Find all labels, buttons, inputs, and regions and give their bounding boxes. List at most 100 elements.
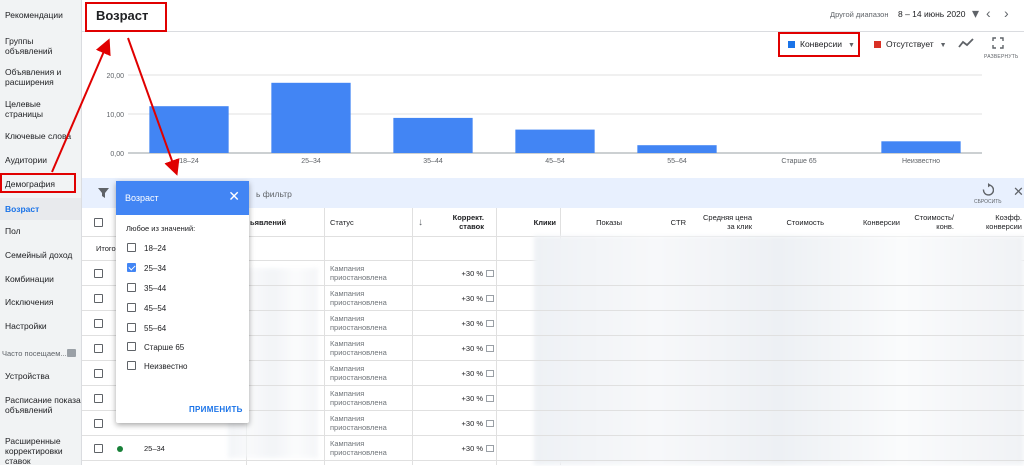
row-bid-adjustment[interactable]: +30 %: [434, 344, 494, 353]
bid-value: +30 %: [461, 444, 483, 453]
edit-icon[interactable]: [486, 320, 494, 327]
checkbox[interactable]: [127, 243, 136, 252]
column-header-bid-adj[interactable]: Коррект. ставок: [438, 208, 484, 236]
checkbox[interactable]: [127, 283, 136, 292]
edit-icon[interactable]: [486, 420, 494, 427]
column-header-impressions[interactable]: Показы: [568, 208, 622, 236]
edit-icon[interactable]: [486, 395, 494, 402]
row-status: Кампания приостановлена: [330, 414, 387, 432]
sidebar-item-keywords[interactable]: Ключевые слова: [5, 131, 81, 141]
select-all-checkbox[interactable]: [94, 218, 103, 227]
column-header-status[interactable]: Статус: [330, 208, 390, 236]
row-checkbox[interactable]: [94, 344, 103, 353]
divider: [496, 208, 497, 465]
checkbox[interactable]: [127, 342, 136, 351]
row-checkbox[interactable]: [94, 319, 103, 328]
row-checkbox[interactable]: [94, 444, 103, 453]
reset-label: СБРОСИТЬ: [974, 199, 1002, 205]
row-checkbox[interactable]: [94, 394, 103, 403]
row-age[interactable]: 25–34: [144, 444, 165, 453]
row-checkbox[interactable]: [94, 369, 103, 378]
column-header-conv-rate[interactable]: Коэфф. конверсии: [962, 208, 1022, 236]
column-header-group[interactable]: ьявлений: [250, 208, 318, 236]
row-checkbox[interactable]: [94, 269, 103, 278]
bid-value: +30 %: [461, 294, 483, 303]
row-bid-adjustment[interactable]: +30 %: [434, 269, 494, 278]
row-checkbox[interactable]: [94, 419, 103, 428]
option-label: Старше 65: [144, 343, 185, 352]
add-filter-link[interactable]: ь фильтр: [256, 189, 292, 199]
chevron-left-icon[interactable]: ‹: [986, 6, 991, 20]
bar-chart: 0,00 10,00 20,00 18–24 25–34 35–44 45–54 55–64 С…: [106, 73, 982, 165]
y-tick-label: 0,00: [110, 151, 124, 158]
close-icon[interactable]: ✕: [1013, 185, 1024, 198]
blurred-metrics: [534, 236, 1024, 465]
age-option-55-64[interactable]: 55–64: [127, 322, 166, 334]
column-header-clicks[interactable]: Клики: [502, 208, 556, 236]
row-checkbox[interactable]: [94, 294, 103, 303]
sidebar-item-household-income[interactable]: Семейный доход: [5, 250, 81, 260]
age-option-35-44[interactable]: 35–44: [127, 282, 166, 294]
checkbox[interactable]: [127, 323, 136, 332]
age-option-65-plus[interactable]: Старше 65: [127, 341, 184, 353]
sidebar-item-recommendations[interactable]: Рекомендации: [5, 10, 81, 20]
sidebar: Рекомендации Группы объявлений Объявлени…: [0, 0, 82, 466]
age-option-unknown[interactable]: Неизвестно: [127, 360, 188, 372]
row-bid-adjustment[interactable]: +30 %: [434, 319, 494, 328]
sidebar-item-devices[interactable]: Устройства: [5, 371, 81, 381]
sidebar-item-gender[interactable]: Пол: [5, 226, 81, 236]
divider: [412, 208, 413, 465]
sidebar-item-audiences[interactable]: Аудитории: [5, 155, 81, 165]
apply-button[interactable]: ПРИМЕНИТЬ: [189, 405, 243, 414]
column-header-cost[interactable]: Стоимость: [762, 208, 824, 236]
sidebar-item-landing-pages[interactable]: Целевые страницы: [5, 99, 81, 119]
sidebar-item-age[interactable]: Возраст: [0, 198, 81, 220]
sidebar-item-advanced-bid-adj[interactable]: Расширенные корректировки ставок: [5, 436, 81, 466]
x-tick-label: 45–54: [545, 158, 565, 165]
sidebar-item-ad-groups[interactable]: Группы объявлений: [5, 36, 81, 56]
row-bid-adjustment[interactable]: +30 %: [434, 369, 494, 378]
sidebar-item-ads-extensions[interactable]: Объявления и расширения: [5, 67, 81, 87]
edit-icon[interactable]: [486, 295, 494, 302]
age-option-25-34[interactable]: 25–34: [127, 262, 166, 274]
row-bid-adjustment[interactable]: +30 %: [434, 419, 494, 428]
divider: [82, 460, 1024, 461]
sidebar-item-combinations[interactable]: Комбинации: [5, 274, 81, 284]
edit-icon[interactable]: [486, 345, 494, 352]
row-bid-adjustment[interactable]: +30 %: [434, 394, 494, 403]
checkbox[interactable]: [127, 303, 136, 312]
age-option-45-54[interactable]: 45–54: [127, 302, 166, 314]
option-label: 55–64: [144, 324, 167, 333]
checkbox-checked[interactable]: [127, 263, 136, 272]
sidebar-section-frequent: Часто посещаем...: [2, 349, 78, 358]
edit-icon[interactable]: [486, 445, 494, 452]
column-header-avg-cpc[interactable]: Средняя цена за клик: [696, 208, 752, 236]
column-header-ctr[interactable]: CTR: [630, 208, 686, 236]
bid-value: +30 %: [461, 319, 483, 328]
row-bid-adjustment[interactable]: +30 %: [434, 294, 494, 303]
x-tick-label: 35–44: [423, 158, 443, 165]
reset-icon[interactable]: [982, 183, 994, 196]
column-header-conversions[interactable]: Конверсии: [834, 208, 900, 236]
chart-panel: Конверсии ▼ Отсутствует ▼ РАЗВЕРНУТЬ 0,00 1…: [82, 33, 1024, 178]
edit-icon[interactable]: [486, 370, 494, 377]
close-icon[interactable]: ✕: [228, 189, 240, 203]
bar-25–34: [271, 82, 351, 153]
bar-45–54: [515, 129, 595, 153]
edit-icon[interactable]: [486, 270, 494, 277]
age-option-18-24[interactable]: 18–24: [127, 242, 166, 254]
column-header-cost-conv[interactable]: Стоимость/ конв.: [908, 208, 954, 236]
page-title: Возраст: [96, 8, 149, 23]
date-range-picker[interactable]: 8 – 14 июнь 2020: [898, 9, 966, 19]
option-label: 45–54: [144, 304, 167, 313]
sidebar-item-ad-schedule[interactable]: Расписание показа объявлений: [5, 395, 81, 415]
sidebar-item-settings[interactable]: Настройки: [5, 321, 81, 331]
row-status: Кампания приостановлена: [330, 264, 387, 282]
filter-icon[interactable]: [98, 187, 109, 198]
checkbox[interactable]: [127, 361, 136, 370]
sidebar-item-exclusions[interactable]: Исключения: [5, 297, 81, 307]
dropdown-caret-icon[interactable]: ▾: [972, 6, 979, 20]
row-bid-adjustment[interactable]: +30 %: [434, 444, 494, 453]
sidebar-item-demographics[interactable]: Демография: [5, 179, 81, 189]
chevron-right-icon[interactable]: ›: [1004, 6, 1009, 20]
